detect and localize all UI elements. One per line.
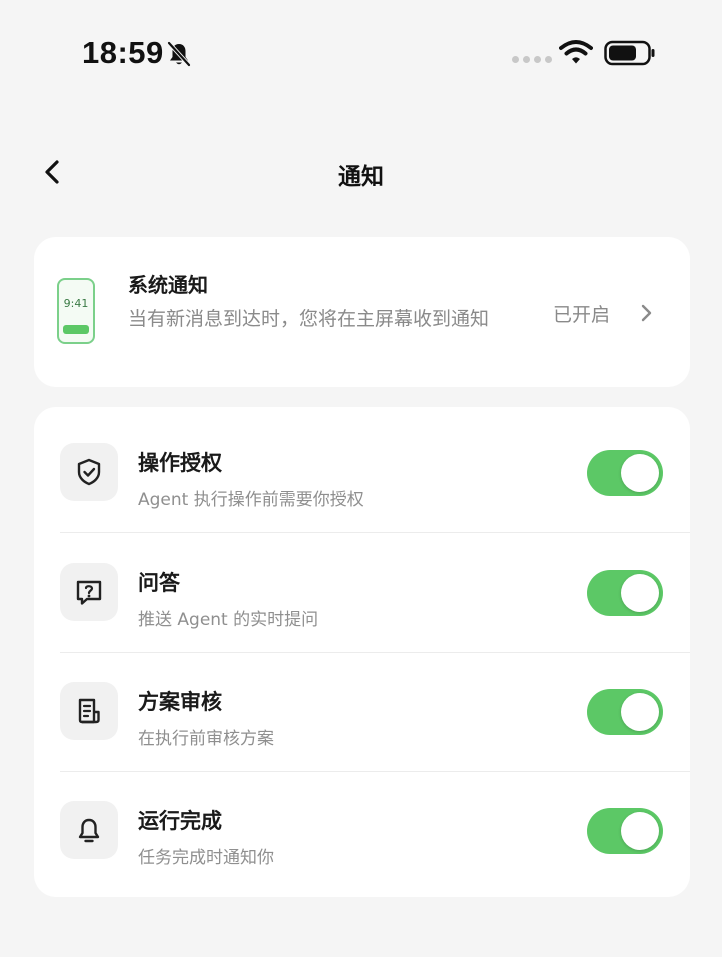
plan-review-toggle[interactable] <box>587 689 663 735</box>
system-notification-title: 系统通知 <box>128 273 208 297</box>
system-notification-row[interactable]: 9:41 系统通知 当有新消息到达时，您将在主屏幕收到通知 已开启 <box>34 237 690 387</box>
icon-container <box>60 682 118 740</box>
icon-container <box>60 563 118 621</box>
qa-toggle[interactable] <box>587 570 663 616</box>
phone-illustration-icon: 9:41 <box>57 278 95 344</box>
question-bubble-icon <box>76 580 102 605</box>
system-notification-status: 已开启 <box>553 304 611 326</box>
toggle-knob <box>621 812 659 850</box>
list-item-title: 运行完成 <box>138 809 222 833</box>
bell-slash-icon <box>167 41 191 67</box>
icon-container <box>60 801 118 859</box>
chevron-right-icon <box>641 304 652 322</box>
battery-icon <box>604 40 655 66</box>
list-item-qa: 问答 推送 Agent 的实时提问 <box>34 533 690 652</box>
notification-settings-list: 操作授权 Agent 执行操作前需要你授权 问答 推送 Agent 的实时提问 <box>34 407 690 897</box>
wifi-icon <box>559 40 593 64</box>
signal-dots-icon <box>512 56 552 63</box>
list-item-title: 问答 <box>138 571 180 595</box>
list-item-description: 在执行前审核方案 <box>138 729 274 749</box>
list-item-description: Agent 执行操作前需要你授权 <box>138 490 364 510</box>
phone-illustration-time: 9:41 <box>64 297 89 310</box>
toggle-knob <box>621 574 659 612</box>
list-item-operation-authorization: 操作授权 Agent 执行操作前需要你授权 <box>34 413 690 532</box>
document-list-icon <box>78 698 100 724</box>
shield-check-icon <box>77 458 101 486</box>
notification-settings-screen: 18:59 通知 9:41 系统通知 当有新消息到达时，您将在主屏幕收到通知 已… <box>0 0 722 957</box>
list-item-title: 方案审核 <box>138 690 222 714</box>
list-item-plan-review: 方案审核 在执行前审核方案 <box>34 652 690 771</box>
page-title: 通知 <box>338 164 384 190</box>
list-item-description: 任务完成时通知你 <box>138 848 274 868</box>
run-complete-toggle[interactable] <box>587 808 663 854</box>
operation-authorization-toggle[interactable] <box>587 450 663 496</box>
bell-icon <box>78 818 100 843</box>
status-time: 18:59 <box>82 35 164 70</box>
system-notification-description: 当有新消息到达时，您将在主屏幕收到通知 <box>128 308 490 330</box>
icon-container <box>60 443 118 501</box>
list-item-description: 推送 Agent 的实时提问 <box>138 610 319 630</box>
list-item-run-complete: 运行完成 任务完成时通知你 <box>34 771 690 890</box>
toggle-knob <box>621 454 659 492</box>
toggle-knob <box>621 693 659 731</box>
status-bar: 18:59 <box>0 0 722 100</box>
list-item-title: 操作授权 <box>138 451 222 475</box>
